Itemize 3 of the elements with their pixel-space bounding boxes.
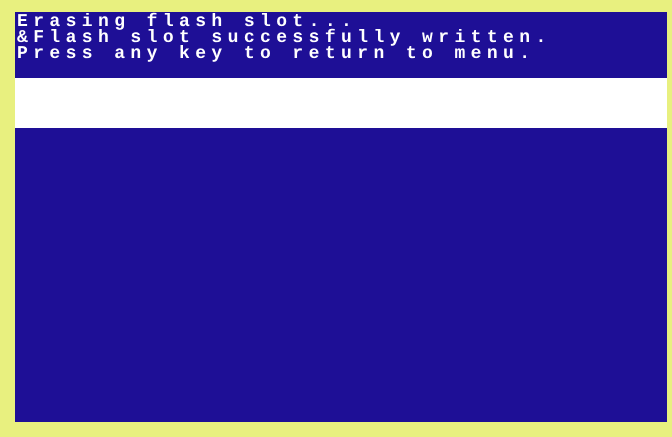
console-text: Press any key to return to menu.	[17, 46, 536, 62]
console-text: &Flash slot successfully written.	[17, 30, 552, 46]
console-text: Erasing flash slot...	[17, 14, 358, 30]
